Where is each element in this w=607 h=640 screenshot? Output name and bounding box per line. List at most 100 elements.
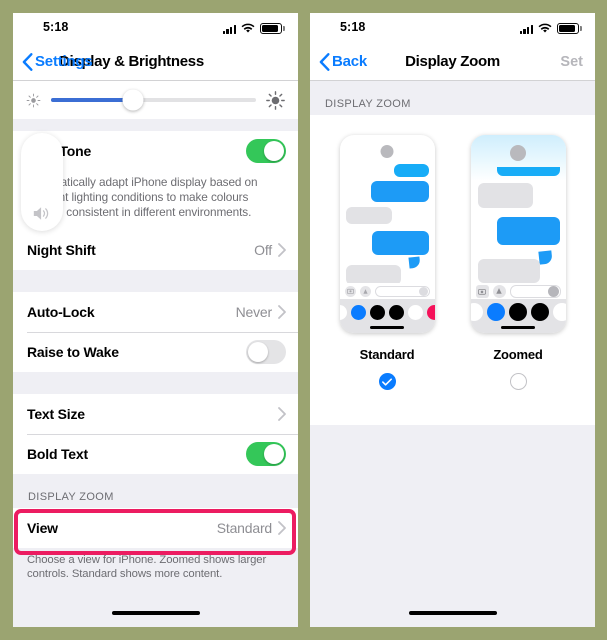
option-zoomed-radio[interactable]	[509, 373, 527, 390]
dock-icon	[509, 303, 527, 321]
row-auto-lock-value: Never	[235, 304, 273, 320]
dock-icon	[408, 304, 423, 320]
text-group: Text Size Bold Text	[13, 394, 298, 474]
message-bubble	[393, 164, 429, 177]
display-zoom-section-header: DISPLAY ZOOM	[13, 474, 298, 508]
nav-bar: Settings Display & Brightness	[13, 43, 298, 81]
preview-cards: Standard Zoomed	[310, 117, 595, 390]
dock-icon	[531, 303, 549, 321]
row-night-shift-value: Off	[254, 242, 272, 258]
option-standard-label: Standard	[359, 347, 415, 362]
battery-icon	[260, 23, 285, 34]
display-zoom-options-panel: Standard Zoomed	[310, 115, 595, 425]
chevron-right-icon	[278, 521, 286, 535]
row-bold-text-label: Bold Text	[27, 446, 88, 462]
status-bar-time: 5:18	[340, 20, 366, 34]
cellular-signal-icon	[222, 24, 236, 34]
back-button[interactable]: Back	[319, 52, 368, 71]
back-button-label: Back	[332, 53, 368, 70]
row-view[interactable]: View Standard	[13, 508, 298, 548]
row-text-size-control	[278, 407, 286, 421]
brightness-slider-thumb[interactable]	[122, 89, 144, 111]
row-raise-to-wake-label: Raise to Wake	[27, 344, 119, 360]
preview-input-bar	[470, 283, 566, 299]
chevron-left-icon	[22, 52, 33, 71]
dock-icon	[351, 304, 366, 320]
preview-dock	[339, 299, 435, 333]
speaker-volume-icon	[33, 207, 49, 220]
row-raise-to-wake[interactable]: Raise to Wake	[13, 332, 298, 372]
message-bubble	[477, 183, 533, 208]
message-bubble	[345, 207, 392, 224]
row-true-tone-control	[246, 139, 286, 163]
row-view-label: View	[27, 520, 58, 536]
message-bubble	[496, 167, 560, 176]
toggle-knob	[264, 141, 284, 161]
group-spacer	[13, 270, 298, 292]
row-auto-lock-control: Never	[236, 304, 286, 320]
row-auto-lock-label: Auto-Lock	[27, 304, 95, 320]
dock-icon	[389, 304, 404, 320]
display-zoom-scroll-view[interactable]: DISPLAY ZOOM Standard Zoomed	[310, 81, 595, 627]
wifi-icon	[538, 23, 552, 33]
nav-bar: Back Display Zoom Set	[310, 43, 595, 81]
row-view-value: Standard	[216, 520, 272, 536]
brightness-slider[interactable]	[51, 89, 256, 111]
dock-icon	[427, 304, 435, 320]
back-button-settings[interactable]: Settings	[22, 52, 93, 71]
wifi-icon	[241, 23, 255, 33]
volume-hud	[21, 133, 63, 231]
camera-icon	[344, 285, 356, 297]
preview-conversation	[471, 135, 566, 299]
brightness-high-icon	[266, 90, 285, 110]
preview-dock	[470, 299, 566, 333]
left-phone-screen: 5:18 Settings Display & Brightness Tone …	[13, 13, 298, 627]
option-standard[interactable]: Standard	[339, 135, 435, 390]
app-store-icon	[492, 284, 506, 298]
true-tone-toggle[interactable]	[246, 139, 286, 163]
status-bar-icons	[222, 21, 285, 34]
bold-text-toggle[interactable]	[246, 442, 286, 466]
contact-avatar-icon	[380, 145, 394, 158]
message-bubble	[345, 265, 401, 285]
message-bubble	[371, 231, 429, 255]
option-zoomed[interactable]: Zoomed	[470, 135, 566, 390]
row-raise-to-wake-control	[246, 340, 286, 364]
lock-group: Auto-Lock Never Raise to Wake	[13, 292, 298, 372]
toggle-knob	[264, 444, 284, 464]
row-auto-lock[interactable]: Auto-Lock Never	[13, 292, 298, 332]
row-bold-text-control	[246, 442, 286, 466]
message-input-field	[374, 285, 430, 297]
row-bold-text[interactable]: Bold Text	[13, 434, 298, 474]
row-view-control: Standard	[217, 520, 286, 536]
option-zoomed-label: Zoomed	[493, 347, 543, 362]
group-spacer	[13, 119, 298, 131]
back-button-label: Settings	[35, 53, 93, 70]
option-standard-radio[interactable]	[378, 373, 396, 390]
preview-home-indicator	[370, 326, 404, 329]
check-icon	[382, 377, 392, 386]
chevron-left-icon	[319, 52, 330, 71]
set-button[interactable]: Set	[560, 54, 583, 70]
row-night-shift-label: Night Shift	[27, 242, 96, 258]
send-arrow-icon	[547, 286, 559, 297]
display-zoom-section-header: DISPLAY ZOOM	[310, 81, 595, 115]
brightness-slider-row[interactable]	[13, 81, 298, 119]
camera-icon	[475, 284, 489, 298]
status-bar: 5:18	[13, 13, 298, 43]
dock-icon	[470, 303, 483, 321]
screenshot-stage: 5:18 Settings Display & Brightness Tone …	[0, 0, 607, 640]
chevron-right-icon	[278, 407, 286, 421]
message-bubble	[477, 259, 540, 283]
toggle-knob	[248, 342, 268, 362]
cellular-signal-icon	[519, 24, 533, 34]
brightness-group	[13, 81, 298, 119]
row-text-size[interactable]: Text Size	[13, 394, 298, 434]
standard-messages-preview	[339, 135, 435, 333]
row-night-shift[interactable]: Night Shift Off	[13, 230, 298, 270]
chevron-right-icon	[278, 305, 286, 319]
message-input-field	[509, 284, 561, 298]
dock-icon	[370, 304, 385, 320]
dock-icon	[339, 304, 347, 320]
raise-to-wake-toggle[interactable]	[246, 340, 286, 364]
